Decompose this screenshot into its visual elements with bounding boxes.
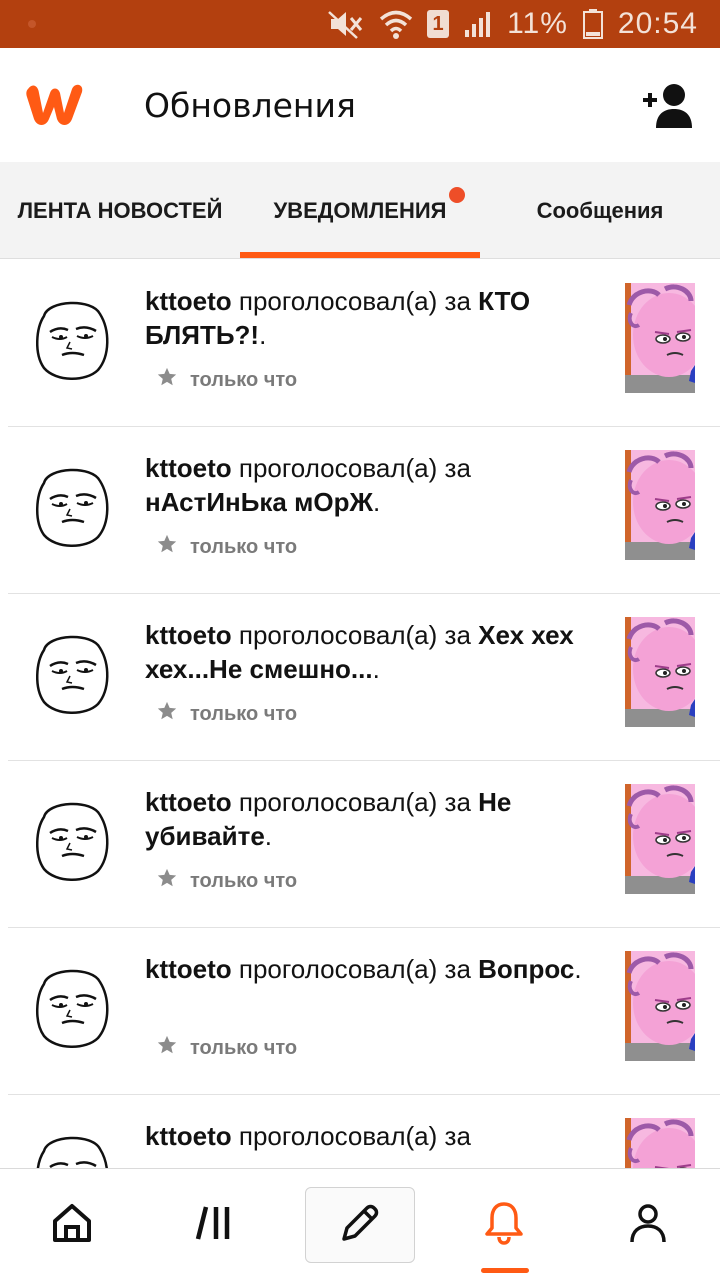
bottom-navigation	[0, 1168, 720, 1280]
notification-time: только что	[190, 1036, 298, 1059]
notifications-badge	[449, 187, 465, 203]
story-cover-thumbnail[interactable]	[625, 784, 695, 894]
notification-meta: только что	[156, 1034, 297, 1062]
notification-meta: только что	[156, 700, 297, 728]
notification-suffix: .	[264, 821, 273, 851]
nav-profile[interactable]	[576, 1169, 720, 1280]
nav-home[interactable]	[0, 1169, 144, 1280]
notification-suffix: .	[574, 954, 582, 984]
tab-bar: ЛЕНТА НОВОСТЕЙ УВЕДОМЛЕНИЯ Сообщения	[0, 162, 720, 259]
story-cover-thumbnail[interactable]	[625, 283, 695, 393]
mute-icon	[327, 8, 365, 40]
username[interactable]: kttoeto	[145, 1121, 232, 1151]
notification-row[interactable]: kttoeto проголосовал(а) за Не убивайте. т…	[0, 761, 720, 928]
notification-text: kttoeto проголосовал(а) за КТО БЛЯТЬ?!.	[145, 284, 610, 352]
notification-action: проголосовал(а) за	[231, 453, 471, 483]
notification-action: проголосовал(а) за	[231, 286, 479, 316]
user-avatar[interactable]	[26, 1127, 116, 1168]
app-header: Обновления	[0, 48, 720, 162]
status-bar: 1 11% 20:54	[0, 0, 720, 48]
status-icons: 1 11% 20:54	[327, 0, 698, 48]
username[interactable]: kttoeto	[145, 620, 232, 650]
user-avatar[interactable]	[26, 459, 116, 549]
notification-time: только что	[190, 702, 298, 725]
clock: 20:54	[617, 7, 698, 40]
home-icon	[50, 1201, 94, 1250]
username[interactable]: kttoeto	[145, 787, 232, 817]
notification-row[interactable]: kttoeto проголосовал(а) за Вопрос. только…	[0, 928, 720, 1095]
profile-icon	[626, 1201, 670, 1250]
notification-suffix: .	[259, 320, 267, 350]
nav-notifications[interactable]	[432, 1169, 576, 1280]
story-cover-thumbnail[interactable]	[625, 1118, 695, 1168]
username[interactable]: kttoeto	[145, 954, 232, 984]
user-avatar[interactable]	[26, 960, 116, 1050]
notification-text: kttoeto проголосовал(а) за Вопрос.	[145, 952, 610, 986]
notification-text: kttoeto проголосовал(а) за нАстИнЬка мОр…	[145, 451, 610, 519]
notification-action: проголосовал(а) за	[231, 787, 479, 817]
tab-notifications[interactable]: УВЕДОМЛЕНИЯ	[240, 162, 480, 259]
add-user-icon[interactable]	[640, 82, 696, 130]
notification-suffix: .	[372, 487, 381, 517]
user-avatar[interactable]	[26, 793, 116, 883]
wattpad-logo-icon[interactable]	[22, 79, 90, 129]
username[interactable]: kttoeto	[145, 286, 232, 316]
notification-time: только что	[190, 368, 298, 391]
star-icon	[156, 1034, 178, 1062]
story-cover-thumbnail[interactable]	[625, 450, 695, 560]
notification-text: kttoeto проголосовал(а) за Хех хех хех..…	[145, 618, 610, 686]
star-icon	[156, 867, 178, 895]
notification-time: только что	[190, 535, 298, 558]
notification-row[interactable]: kttoeto проголосовал(а) за Хех хех хех..…	[0, 594, 720, 761]
story-cover-thumbnail[interactable]	[625, 951, 695, 1061]
notification-list[interactable]: kttoeto проголосовал(а) за КТО БЛЯТЬ?!. т…	[0, 260, 720, 1168]
user-avatar[interactable]	[26, 626, 116, 716]
tab-news-feed[interactable]: ЛЕНТА НОВОСТЕЙ	[0, 162, 240, 259]
battery-percent: 11%	[507, 7, 568, 40]
notification-meta: только что	[156, 867, 297, 895]
star-icon	[156, 366, 178, 394]
notification-text: kttoeto проголосовал(а) за Не убивайте.	[145, 785, 610, 853]
active-tab-indicator	[240, 252, 480, 258]
battery-icon	[582, 8, 604, 40]
story-title[interactable]: нАстИнЬка мОрЖ	[145, 487, 373, 517]
notification-meta: только что	[156, 366, 297, 394]
notification-dot	[28, 20, 36, 28]
username[interactable]: kttoeto	[145, 453, 232, 483]
page-title: Обновления	[144, 86, 356, 125]
sim-icon: 1	[427, 10, 450, 38]
signal-icon	[463, 9, 493, 39]
notification-row[interactable]: kttoeto проголосовал(а) за	[0, 1095, 720, 1168]
star-icon	[156, 533, 178, 561]
story-title[interactable]: Вопрос	[478, 954, 574, 984]
notification-row[interactable]: kttoeto проголосовал(а) за нАстИнЬка мОр…	[0, 427, 720, 594]
notification-meta: только что	[156, 533, 297, 561]
notification-action: проголосовал(а) за	[231, 1121, 471, 1151]
notification-action: проголосовал(а) за	[231, 954, 479, 984]
bell-icon	[480, 1199, 528, 1252]
nav-library[interactable]	[144, 1169, 288, 1280]
story-cover-thumbnail[interactable]	[625, 617, 695, 727]
star-icon	[156, 700, 178, 728]
nav-write[interactable]	[288, 1169, 432, 1280]
notification-action: проголосовал(а) за	[231, 620, 479, 650]
notification-text: kttoeto проголосовал(а) за	[145, 1119, 610, 1153]
notification-time: только что	[190, 869, 298, 892]
pencil-icon	[336, 1199, 384, 1252]
user-avatar[interactable]	[26, 292, 116, 382]
library-icon	[194, 1201, 238, 1250]
notification-row[interactable]: kttoeto проголосовал(а) за КТО БЛЯТЬ?!. т…	[0, 260, 720, 427]
notification-suffix: .	[372, 654, 380, 684]
tab-messages[interactable]: Сообщения	[480, 162, 720, 259]
wifi-icon	[379, 8, 413, 40]
nav-active-indicator	[481, 1268, 529, 1273]
